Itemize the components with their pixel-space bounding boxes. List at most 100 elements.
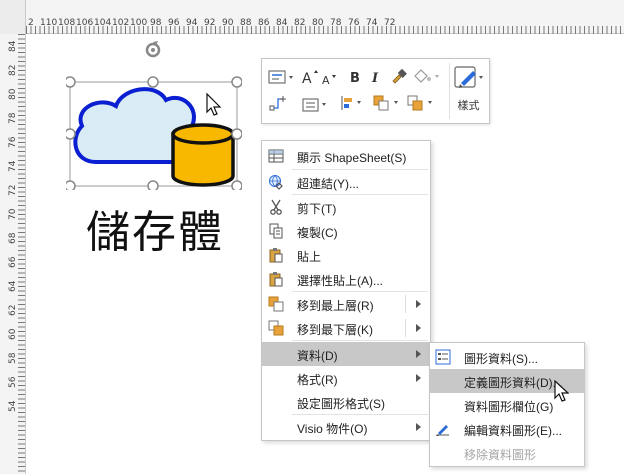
edit-data-graphic-icon	[436, 425, 449, 436]
ruler-label: 94	[186, 18, 198, 28]
submenu-arrow-icon	[416, 374, 421, 382]
ruler-label: 108	[58, 18, 76, 28]
align-text-icon	[302, 98, 326, 112]
menu-item-label: 超連結(Y)...	[297, 177, 359, 191]
ruler-label: 68	[8, 232, 18, 244]
menu-item-data[interactable]: 資料(D)	[262, 342, 430, 366]
submenu-item-label: 圖形資料(S)...	[464, 352, 538, 366]
submenu-item-label: 資料圖形欄位(G)	[464, 400, 554, 414]
ruler-label: 72	[384, 18, 396, 28]
svg-text:A: A	[322, 74, 330, 86]
menu-item-send-to-back[interactable]: 移到最下層(K)	[262, 316, 430, 340]
bold-icon: B	[350, 71, 360, 84]
horizontal-ruler[interactable]: 2 110 108 106 104 102 100 98 96 94 92 90…	[0, 0, 624, 34]
ruler-label: 76	[8, 136, 18, 148]
connector-button[interactable]	[267, 93, 289, 113]
menu-item-format-shape[interactable]: 設定圖形格式(S)	[262, 390, 430, 414]
ruler-label: 60	[8, 328, 18, 340]
styles-icon	[453, 66, 483, 88]
ruler-label: 2	[28, 18, 34, 28]
format-painter-button[interactable]	[390, 66, 408, 86]
menu-item-paste[interactable]: 貼上	[262, 243, 430, 267]
align-button[interactable]	[302, 95, 330, 115]
text-block-button[interactable]	[267, 67, 297, 87]
submenu-item-label: 移除資料圖形	[464, 448, 537, 462]
connector-icon	[269, 96, 286, 111]
ruler-label: 100	[130, 18, 148, 28]
bring-front-icon	[373, 95, 398, 111]
decrease-font-button[interactable]: A	[322, 69, 340, 89]
menu-split-divider	[405, 295, 406, 313]
ruler-label: 80	[312, 18, 324, 28]
position-icon	[341, 96, 361, 110]
send-to-back-button[interactable]	[406, 93, 436, 113]
submenu-arrow-icon[interactable]	[416, 300, 421, 308]
position-button[interactable]	[338, 93, 366, 113]
menu-item-label: 設定圖形格式(S)	[297, 397, 385, 411]
paste-special-icon	[269, 272, 283, 287]
ruler-label: 54	[8, 400, 18, 412]
format-painter-icon	[392, 68, 407, 84]
ruler-label: 86	[258, 18, 270, 28]
ruler-label: 96	[168, 18, 180, 28]
menu-item-label: 顯示 ShapeSheet(S)	[297, 151, 407, 165]
menu-item-label: 選擇性貼上(A)...	[297, 274, 383, 288]
menu-item-label: Visio 物件(O)	[297, 422, 368, 436]
italic-icon: I	[371, 71, 379, 84]
svg-text:A: A	[302, 71, 312, 85]
mouse-pointer-icon	[554, 380, 569, 402]
menu-item-cut[interactable]: 剪下(T)	[262, 195, 430, 219]
ruler-label: 62	[8, 304, 18, 316]
mouse-pointer-icon	[206, 92, 222, 116]
svg-text:B: B	[350, 71, 360, 84]
styles-label: 樣式	[457, 100, 480, 112]
send-back-icon	[268, 320, 284, 336]
font-shrink-icon: A	[322, 74, 336, 86]
submenu-arrow-icon[interactable]	[416, 324, 421, 332]
ruler-label: 92	[204, 18, 216, 28]
ruler-label: 70	[8, 208, 18, 220]
svg-text:I: I	[371, 71, 379, 84]
increase-font-button[interactable]: A	[302, 67, 320, 87]
menu-item-format[interactable]: 格式(R)	[262, 366, 430, 390]
vertical-ruler[interactable]: 84 82 80 78 76 74 72 70 68 66 64 62 60 5…	[0, 34, 26, 474]
ruler-label: 80	[8, 88, 18, 100]
ruler-label: 74	[8, 160, 18, 172]
bring-front-icon	[268, 296, 284, 312]
submenu-item-edit-data-graphic[interactable]: 編輯資料圖形(E)...	[430, 417, 584, 441]
data-submenu: 圖形資料(S)... 定義圖形資料(D)... 資料圖形欄位(G) 編輯資料圖形…	[429, 342, 585, 467]
bring-to-front-button[interactable]	[372, 93, 402, 113]
fill-color-button[interactable]	[412, 66, 442, 86]
ruler-corner	[0, 0, 26, 34]
context-menu: 顯示 ShapeSheet(S) 超連結(Y)... 剪下(T) 複製(C) 貼…	[261, 140, 431, 441]
submenu-arrow-icon	[416, 423, 421, 431]
ruler-label: 56	[8, 376, 18, 388]
italic-button[interactable]: I	[370, 67, 382, 87]
menu-split-divider	[405, 319, 406, 337]
scissors-icon	[270, 199, 282, 215]
ruler-label: 78	[8, 112, 18, 124]
styles-button[interactable]: 樣式	[449, 63, 487, 119]
ruler-label: 74	[366, 18, 378, 28]
ruler-label: 72	[8, 184, 18, 196]
menu-item-copy[interactable]: 複製(C)	[262, 219, 430, 243]
rotate-handle-icon[interactable]	[145, 41, 161, 58]
shape-data-icon	[435, 349, 451, 365]
ruler-label: 90	[222, 18, 234, 28]
menu-item-label: 格式(R)	[297, 373, 338, 387]
paste-clipboard-icon	[269, 248, 283, 263]
storage-shape[interactable]	[66, 38, 242, 190]
menu-item-label: 移到最下層(K)	[297, 323, 373, 337]
menu-item-paste-special[interactable]: 選擇性貼上(A)...	[262, 267, 430, 291]
bold-button[interactable]: B	[348, 67, 362, 87]
submenu-item-shape-data[interactable]: 圖形資料(S)...	[430, 345, 584, 369]
ruler-label: 102	[112, 18, 130, 28]
menu-item-show-shapesheet[interactable]: 顯示 ShapeSheet(S)	[262, 144, 430, 168]
ruler-label: 110	[40, 18, 58, 28]
shape-caption[interactable]: 儲存體	[86, 196, 224, 260]
menu-item-hyperlink[interactable]: 超連結(Y)...	[262, 170, 430, 194]
menu-item-bring-to-front[interactable]: 移到最上層(R)	[262, 292, 430, 316]
submenu-item-remove-data-graphic: 移除資料圖形	[430, 441, 584, 465]
ruler-label: 106	[76, 18, 94, 28]
menu-item-visio-object[interactable]: Visio 物件(O)	[262, 415, 430, 439]
